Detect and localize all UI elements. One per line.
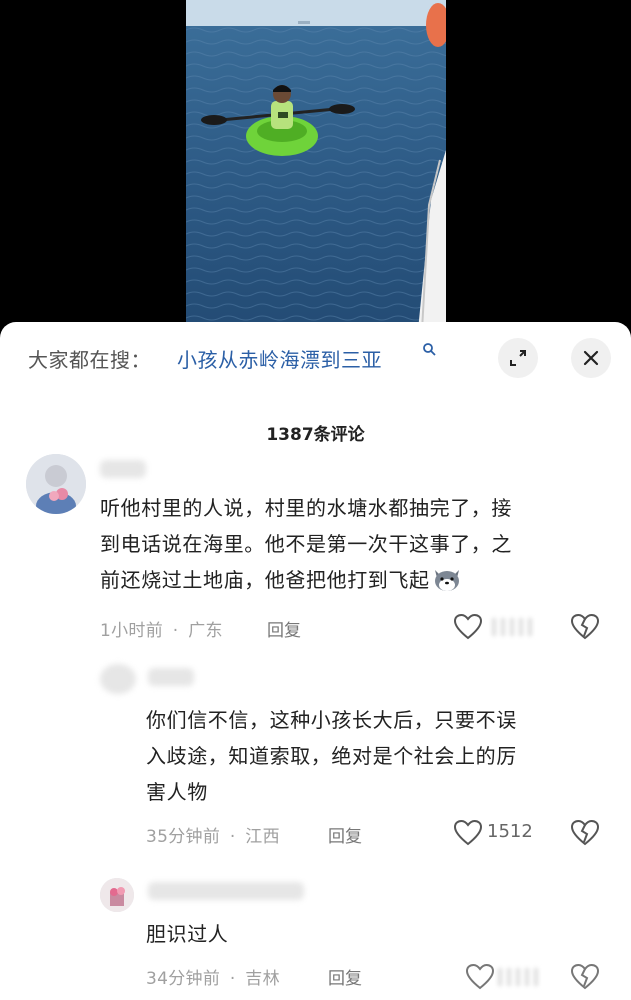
reply-button[interactable]: 回复 (267, 616, 301, 641)
heart-icon[interactable] (453, 612, 483, 642)
meta-separator: · (172, 621, 179, 641)
heart-icon[interactable] (465, 962, 495, 992)
comment-text: 胆识过人 (146, 916, 228, 952)
comment-line: 听他村里的人说，村里的水塘水都抽完了，接 (100, 496, 512, 520)
dog-emoji-icon (434, 570, 459, 591)
broken-heart-icon[interactable] (570, 818, 600, 848)
comment-meta: 35分钟前 · 江西 (146, 822, 280, 847)
search-icon (423, 343, 436, 356)
like-count: 1512 (487, 821, 533, 842)
close-button[interactable] (571, 338, 611, 378)
comment-line: 害人物 (146, 780, 208, 804)
search-query-link[interactable]: 小孩从赤岭海漂到三亚 (177, 344, 382, 373)
avatar-blurred[interactable] (100, 664, 136, 694)
comment-text: 你们信不信，这种小孩长大后，只要不误 入歧途，知道索取，绝对是个社会上的厉 害人… (146, 702, 517, 810)
heart-icon[interactable] (453, 818, 483, 848)
video-player[interactable] (0, 0, 631, 330)
comment-meta: 34分钟前 · 吉林 (146, 964, 280, 989)
comment-count-title: 1387条评论 (266, 425, 365, 445)
search-suggestion-bar[interactable]: 大家都在搜： 小孩从赤岭海漂到三亚 (0, 322, 631, 394)
comment-line: 前还烧过土地庙，他爸把他打到飞起 (100, 562, 512, 598)
sea-scene-image (186, 0, 446, 330)
expand-icon (510, 350, 526, 366)
username-blurred[interactable] (148, 668, 194, 686)
video-frame[interactable] (186, 0, 446, 330)
comment-line: 到电话说在海里。他不是第一次干这事了，之 (100, 532, 512, 556)
avatar-image (26, 454, 86, 514)
comment-line: 你们信不信，这种小孩长大后，只要不误 (146, 708, 517, 732)
close-icon (583, 350, 599, 366)
like-count-blurred (498, 968, 538, 986)
avatar-image (100, 878, 134, 912)
comment-time: 34分钟前 (146, 969, 221, 989)
like-count-blurred (492, 618, 532, 636)
meta-separator: · (229, 827, 236, 847)
avatar[interactable] (100, 878, 134, 912)
comment-location: 江西 (245, 827, 280, 847)
reply-button[interactable]: 回复 (328, 964, 362, 989)
username-blurred[interactable] (100, 460, 146, 478)
comment-sheet: 大家都在搜： 小孩从赤岭海漂到三亚 1387条评论 听他村里的人说，村里的水塘水… (0, 322, 631, 1000)
broken-heart-icon[interactable] (570, 962, 600, 992)
broken-heart-icon[interactable] (570, 612, 600, 642)
reply-button[interactable]: 回复 (328, 822, 362, 847)
comment-time: 1小时前 (100, 621, 164, 641)
comment-line: 入歧途，知道索取，绝对是个社会上的厉 (146, 744, 517, 768)
search-prefix-label: 大家都在搜： (28, 348, 151, 372)
meta-separator: · (229, 969, 236, 989)
comment-line: 胆识过人 (146, 922, 229, 946)
username-blurred[interactable] (148, 882, 304, 900)
comment-text: 听他村里的人说，村里的水塘水都抽完了，接 到电话说在海里。他不是第一次干这事了，… (100, 490, 512, 598)
comment-location: 广东 (188, 621, 223, 641)
comment-time: 35分钟前 (146, 827, 221, 847)
expand-button[interactable] (498, 338, 538, 378)
comment-meta: 1小时前 · 广东 (100, 616, 223, 641)
comment-location: 吉林 (245, 969, 280, 989)
avatar[interactable] (26, 454, 86, 514)
